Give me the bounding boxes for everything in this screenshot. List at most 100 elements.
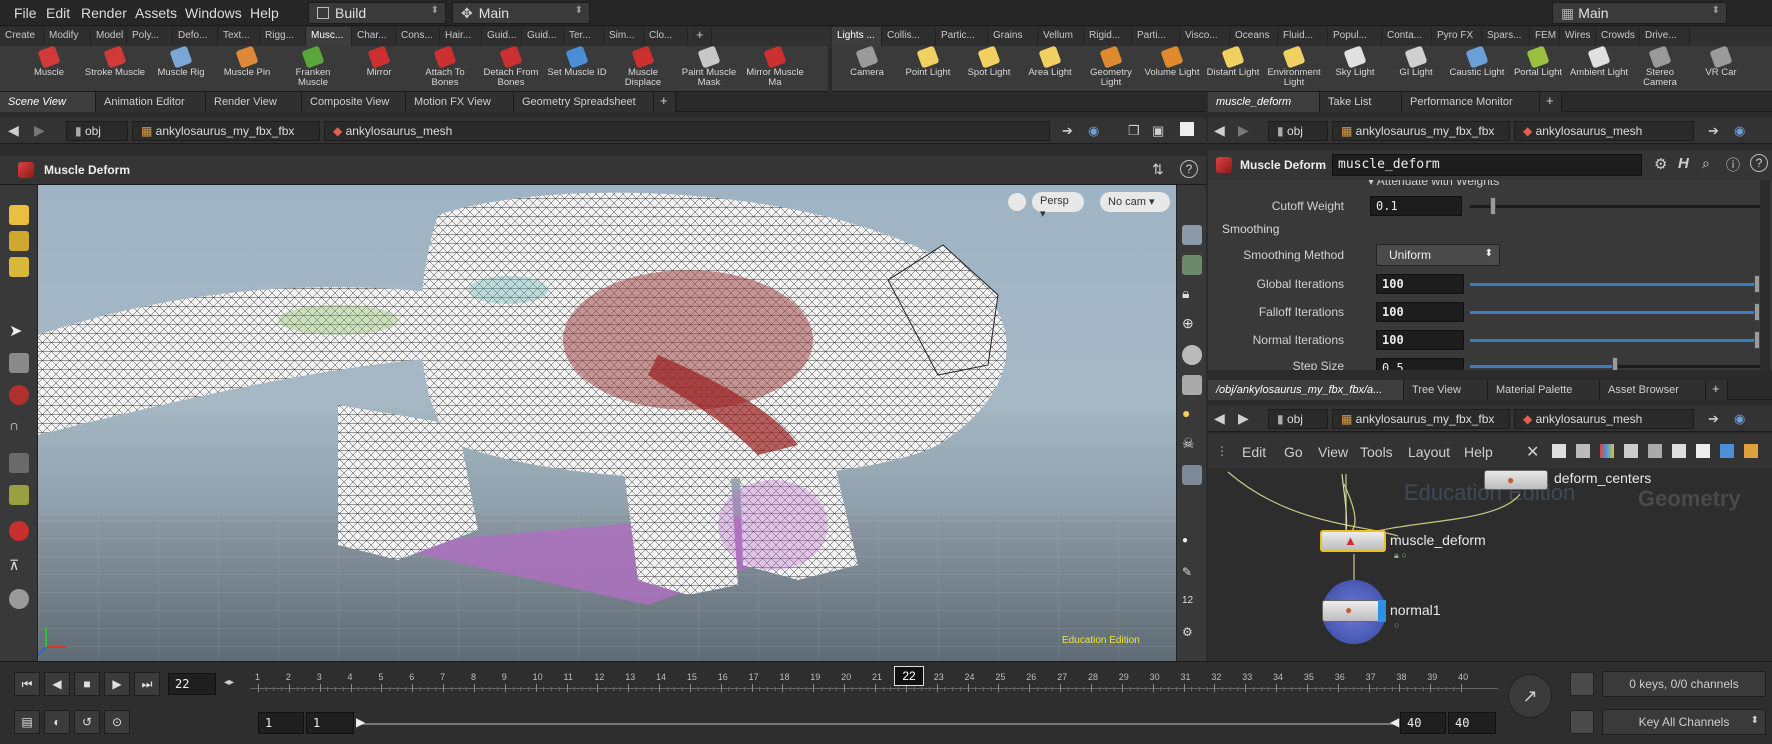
- help-h-icon[interactable]: H: [1678, 155, 1689, 172]
- start-frame-field[interactable]: 1: [258, 712, 304, 734]
- shelf-tab[interactable]: Pyro FX: [1432, 27, 1482, 46]
- path-crumb-obj[interactable]: ▮ obj: [66, 121, 128, 141]
- shelf-tool[interactable]: Ambient Light: [1568, 45, 1630, 78]
- shelf-tab[interactable]: Lights ...: [832, 27, 882, 46]
- shelf-tab[interactable]: Conta...: [1382, 27, 1432, 46]
- pane-tab[interactable]: Composite View: [302, 92, 406, 112]
- pane-tab[interactable]: Asset Browser: [1600, 380, 1706, 400]
- pen-icon[interactable]: ✎: [1182, 565, 1202, 585]
- forward-arrow-icon[interactable]: ▶: [1238, 122, 1249, 139]
- shelf-tool[interactable]: Geometry Light: [1080, 45, 1142, 88]
- shelf-tool[interactable]: Distant Light: [1202, 45, 1264, 78]
- handle-tool-icon[interactable]: [9, 257, 29, 277]
- slider-handle[interactable]: [1754, 275, 1760, 293]
- audio-icon[interactable]: ▤: [14, 710, 40, 734]
- shelf-tool[interactable]: Attach To Bones: [414, 45, 476, 88]
- shelf-tab[interactable]: Guid...: [482, 27, 522, 46]
- pane-tab[interactable]: Animation Editor: [96, 92, 206, 112]
- shelf-tab[interactable]: Sim...: [604, 27, 644, 46]
- slider-handle[interactable]: [1612, 357, 1618, 370]
- jump-to-start-button[interactable]: ⏮: [14, 672, 40, 696]
- lock-tool-icon[interactable]: [9, 353, 29, 373]
- pane-tab[interactable]: Scene View: [0, 92, 96, 112]
- shelf-tab[interactable]: Hair...: [440, 27, 482, 46]
- shelf-tab[interactable]: Visco...: [1180, 27, 1230, 46]
- network-crumb-mesh[interactable]: ◆ ankylosaurus_mesh: [1514, 409, 1694, 429]
- network-crumb-fbx[interactable]: ▦ ankylosaurus_my_fbx_fbx: [1332, 409, 1510, 429]
- display-flag-tab[interactable]: [1378, 600, 1386, 622]
- play-reverse-button[interactable]: ◀: [44, 672, 70, 696]
- 3d-viewport[interactable]: Persp ▾ No cam ▾ Education Edition: [38, 185, 1176, 661]
- desktop-main-select[interactable]: ✥ Main ⬍: [452, 2, 590, 24]
- slider-handle[interactable]: [1754, 303, 1760, 321]
- shelf-tab[interactable]: Ter...: [564, 27, 604, 46]
- record-icon[interactable]: [9, 521, 29, 541]
- shelf-tab[interactable]: Model: [91, 27, 127, 46]
- pane-tab[interactable]: Material Palette: [1488, 380, 1600, 400]
- key-all-channels-select[interactable]: Key All Channels ⬍: [1602, 709, 1766, 735]
- shelf-tab[interactable]: Poly...: [127, 27, 173, 46]
- search-icon[interactable]: ⌕: [1702, 155, 1710, 172]
- cutoff-weight-slider[interactable]: [1470, 197, 1760, 215]
- light-icon[interactable]: [1182, 375, 1202, 395]
- add-tab-icon[interactable]: +: [1706, 380, 1728, 400]
- maximize-icon[interactable]: [1180, 122, 1194, 136]
- brush-tool-icon[interactable]: [9, 485, 29, 505]
- shelf-tool[interactable]: Mirror Muscle Ma: [744, 45, 806, 88]
- sphere-icon[interactable]: [1182, 345, 1202, 365]
- network-crumb-obj[interactable]: ▮ obj: [1268, 409, 1328, 429]
- normal1-node[interactable]: ●: [1322, 600, 1386, 622]
- realtime-icon[interactable]: ⊙: [104, 710, 130, 734]
- path-crumb-fbx[interactable]: ▦ ankylosaurus_my_fbx_fbx: [132, 121, 320, 141]
- transform-tool-icon[interactable]: [9, 231, 29, 251]
- pane-tab[interactable]: Geometry Spreadsheet: [514, 92, 654, 112]
- settings-icon[interactable]: ⚙: [1182, 625, 1202, 645]
- desktop-right-select[interactable]: ▦ Main ⬍: [1552, 2, 1727, 24]
- shelf-tool[interactable]: Muscle Displace: [612, 45, 674, 88]
- pane-tab[interactable]: muscle_deform: [1208, 92, 1320, 112]
- falloff-iterations-slider[interactable]: [1470, 303, 1760, 321]
- shelf-tool[interactable]: Spot Light: [958, 45, 1020, 78]
- pane-tab[interactable]: Take List: [1320, 92, 1402, 112]
- shelf-tab[interactable]: Rigid...: [1084, 27, 1132, 46]
- shelf-tool[interactable]: Detach From Bones: [480, 45, 542, 88]
- shelf-tab[interactable]: Wires: [1560, 27, 1596, 46]
- back-arrow-icon[interactable]: ◀: [1214, 410, 1225, 427]
- link-icon[interactable]: ◉: [1734, 123, 1745, 139]
- add-tab-icon[interactable]: +: [1540, 92, 1562, 112]
- step-size-slider[interactable]: [1470, 357, 1760, 370]
- camera-menu[interactable]: No cam ▾: [1100, 192, 1170, 212]
- range-slider[interactable]: [358, 723, 1398, 725]
- range-end-handle[interactable]: ◀: [1390, 715, 1399, 729]
- shelf-tool[interactable]: Environment Light: [1263, 45, 1325, 88]
- pin-icon[interactable]: ➔: [1708, 123, 1719, 139]
- help-icon[interactable]: ?: [1750, 154, 1768, 172]
- node-name-field[interactable]: muscle_deform: [1332, 154, 1642, 176]
- param-crumb-obj[interactable]: ▮ obj: [1268, 121, 1328, 141]
- realtime-toggle-icon[interactable]: ↗: [1508, 674, 1552, 718]
- link-icon[interactable]: ◉: [1734, 411, 1745, 427]
- cube-icon[interactable]: ❒: [1128, 123, 1140, 139]
- back-arrow-icon[interactable]: ◀: [1214, 122, 1225, 139]
- menu-file[interactable]: File: [14, 5, 37, 21]
- shelf-tab[interactable]: Guid...: [522, 27, 564, 46]
- slider-handle[interactable]: [1754, 331, 1760, 349]
- shelf-tab[interactable]: Collis...: [882, 27, 936, 46]
- jump-to-end-button[interactable]: ⏭: [134, 672, 160, 696]
- path-crumb-mesh[interactable]: ◆ ankylosaurus_mesh: [324, 121, 1050, 141]
- shelf-tab[interactable]: Fluid...: [1278, 27, 1328, 46]
- pane-tab[interactable]: Motion FX View: [406, 92, 514, 112]
- shelf-tool[interactable]: Mirror: [348, 45, 410, 78]
- shelf-tab[interactable]: Musc...: [306, 27, 352, 46]
- menu-assets[interactable]: Assets: [135, 5, 177, 21]
- shelf-tab[interactable]: Parti...: [1132, 27, 1180, 46]
- shelf-tab[interactable]: Spars...: [1482, 27, 1530, 46]
- shelf-tab[interactable]: Popul...: [1328, 27, 1382, 46]
- shelf-tool[interactable]: Area Light: [1019, 45, 1081, 78]
- smoothing-method-select[interactable]: Uniform ⬍: [1376, 244, 1500, 266]
- key-options-icon[interactable]: [1570, 710, 1594, 734]
- shelf-tab[interactable]: Grains: [988, 27, 1038, 46]
- display-options-icon[interactable]: ⇅: [1152, 161, 1164, 178]
- range-start-handle[interactable]: ▶: [356, 715, 365, 729]
- skull-icon[interactable]: ☠: [1182, 435, 1202, 455]
